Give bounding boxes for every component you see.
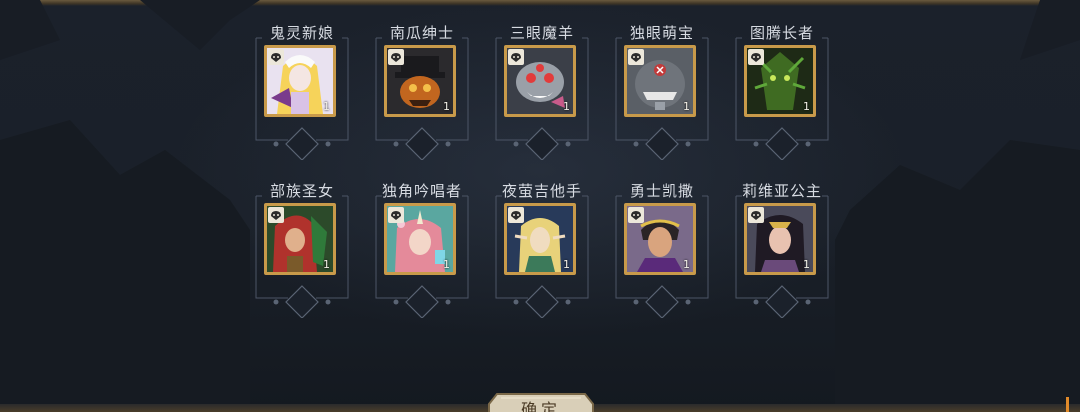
hero-name: 图腾长者 [749,24,814,42]
hero-portrait[interactable]: 1 [744,203,816,275]
class-badge-icon [748,49,764,65]
confirm-button[interactable]: 确定 [487,392,595,412]
hero-portrait[interactable]: 1 [264,203,336,275]
hero-slot[interactable]: 莉维亚公主 1 [732,178,832,318]
hero-name: 莉维亚公主 [741,182,822,200]
confirm-button-label: 确定 [520,400,561,412]
hero-slot[interactable]: 图腾长者 1 [732,20,832,160]
hero-grid: 鬼灵新娘 1 南瓜绅士 1 三眼魔羊 1 独眼萌宝 1 图腾长者 1 部族圣女 … [252,20,832,340]
hero-level: 1 [683,258,690,271]
hero-level: 1 [563,258,570,271]
hero-slot[interactable]: 部族圣女 1 [252,178,352,318]
hero-portrait[interactable]: 1 [504,203,576,275]
hero-portrait[interactable]: 1 [624,203,696,275]
hero-slot[interactable]: 南瓜绅士 1 [372,20,472,160]
class-badge-icon [628,49,644,65]
hero-level: 1 [803,100,810,113]
hero-name: 鬼灵新娘 [269,24,334,42]
class-badge-icon [508,207,524,223]
class-badge-icon [268,49,284,65]
hero-level: 1 [803,258,810,271]
hero-portrait[interactable]: 1 [744,45,816,117]
hero-portrait[interactable]: 1 [384,203,456,275]
hero-selection-screen: 鬼灵新娘 1 南瓜绅士 1 三眼魔羊 1 独眼萌宝 1 图腾长者 1 部族圣女 … [0,0,1080,412]
class-badge-icon [388,207,404,223]
hero-portrait[interactable]: 1 [624,45,696,117]
hero-portrait[interactable]: 1 [264,45,336,117]
hero-portrait[interactable]: 1 [504,45,576,117]
hero-name: 夜萤吉他手 [501,182,582,200]
hero-level: 1 [443,100,450,113]
hero-level: 1 [323,258,330,271]
hero-name: 南瓜绅士 [389,24,454,42]
hero-name: 三眼魔羊 [509,24,574,42]
scroll-marker [1066,397,1069,412]
hero-level: 1 [323,100,330,113]
class-badge-icon [388,49,404,65]
hero-level: 1 [683,100,690,113]
hero-portrait[interactable]: 1 [384,45,456,117]
class-badge-icon [508,49,524,65]
class-badge-icon [748,207,764,223]
class-badge-icon [628,207,644,223]
hero-slot[interactable]: 独眼萌宝 1 [612,20,712,160]
hero-slot[interactable]: 鬼灵新娘 1 [252,20,352,160]
hero-name: 独眼萌宝 [629,24,694,42]
hero-name: 独角吟唱者 [381,182,462,200]
hero-name: 勇士凯撒 [629,182,694,200]
class-badge-icon [268,207,284,223]
hero-slot[interactable]: 独角吟唱者 1 [372,178,472,318]
hero-name: 部族圣女 [269,182,334,200]
hero-slot[interactable]: 勇士凯撒 1 [612,178,712,318]
hero-slot[interactable]: 夜萤吉他手 1 [492,178,592,318]
hero-slot[interactable]: 三眼魔羊 1 [492,20,592,160]
hero-level: 1 [563,100,570,113]
hero-level: 1 [443,258,450,271]
